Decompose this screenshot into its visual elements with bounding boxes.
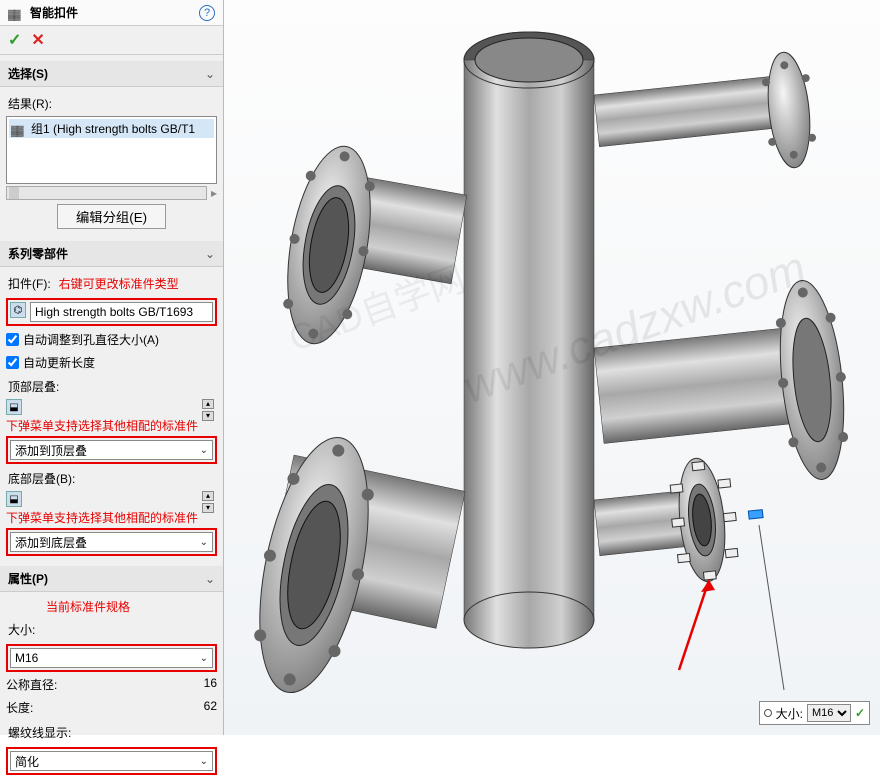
dropdown-arrow-icon[interactable]: ⌄ [200, 537, 208, 548]
bottom-stack-label: 底部层叠(B): [6, 466, 217, 491]
results-listbox[interactable]: 组1 (High strength bolts GB/T1 [6, 116, 217, 184]
pin-icon[interactable] [764, 709, 772, 717]
auto-hole-checkbox[interactable] [6, 333, 19, 346]
size-value: M16 [15, 651, 200, 665]
results-label: 结果(R): [6, 91, 217, 116]
edit-group-button[interactable]: 编辑分组(E) [57, 204, 166, 229]
move-up-icon[interactable]: ▴ [202, 399, 214, 409]
thread-display-label: 螺纹线显示: [6, 720, 217, 745]
popup-size-select[interactable]: M16 [807, 704, 851, 722]
popup-ok-button[interactable]: ✓ [855, 706, 865, 720]
size-dropdown[interactable]: M16 ⌄ [10, 648, 213, 668]
chevron-down-icon[interactable]: ⌄ [205, 67, 215, 81]
section-header-properties[interactable]: 属性(P) ⌄ [0, 566, 223, 592]
size-label: 大小: [6, 617, 217, 642]
nominal-diameter-row: 公称直径: 16 [6, 674, 217, 697]
scroll-right-icon[interactable]: ▸ [211, 186, 217, 200]
move-pins: ▴ ▾ [202, 399, 214, 421]
nominal-label: 公称直径: [6, 676, 57, 693]
bottom-stack-dropdown[interactable]: 添加到底层叠 ⌄ [10, 532, 213, 552]
dropdown-arrow-icon[interactable]: ⌄ [200, 445, 208, 456]
highlight-box: 添加到顶层叠 ⌄ [6, 436, 217, 464]
popup-size-label: 大小: [776, 705, 803, 722]
thread-value: 简化 [15, 753, 200, 770]
annotation-dropdown-bottom: 下弹菜单支持选择其他相配的标准件 [6, 509, 198, 526]
top-stack-dropdown[interactable]: 添加到顶层叠 ⌄ [10, 440, 213, 460]
fastener-value-box[interactable]: High strength bolts GB/T1693 [30, 302, 213, 322]
panel-header: 智能扣件 ? [0, 0, 223, 26]
auto-length-checkbox[interactable] [6, 356, 19, 369]
section-header-selection[interactable]: 选择(S) ⌄ [0, 61, 223, 87]
length-value: 62 [204, 699, 217, 716]
stack-item-icon[interactable]: ⬓ [6, 491, 22, 507]
selection-label: 选择(S) [8, 65, 205, 82]
series-label: 系列零部件 [8, 245, 205, 262]
section-header-series[interactable]: 系列零部件 ⌄ [0, 241, 223, 267]
result-item[interactable]: 组1 (High strength bolts GB/T1 [9, 119, 214, 138]
stack-item-icon[interactable]: ⬓ [6, 399, 22, 415]
highlight-box: M16 ⌄ [6, 644, 217, 672]
move-down-icon[interactable]: ▾ [202, 503, 214, 513]
chevron-down-icon[interactable]: ⌄ [205, 247, 215, 261]
annotation-spec: 当前标准件规格 [6, 596, 217, 617]
thread-display-dropdown[interactable]: 简化 ⌄ [10, 751, 213, 771]
top-stack-value: 添加到顶层叠 [15, 442, 200, 459]
bottom-stack-icons: ⬓ 下弹菜单支持选择其他相配的标准件 [6, 491, 198, 526]
panel-title: 智能扣件 [30, 4, 193, 21]
move-pins: ▴ ▾ [202, 491, 214, 513]
dropdown-arrow-icon[interactable]: ⌄ [200, 653, 208, 664]
highlight-box: 添加到底层叠 ⌄ [6, 528, 217, 556]
chevron-down-icon[interactable]: ⌄ [205, 572, 215, 586]
cancel-button[interactable]: ✕ [31, 30, 44, 50]
annotation-dropdown-top: 下弹菜单支持选择其他相配的标准件 [6, 417, 198, 434]
help-icon[interactable]: ? [199, 5, 215, 21]
series-section: 扣件(F): 右键可更改标准件类型 ⌬ High strength bolts … [0, 267, 223, 562]
properties-section: 当前标准件规格 大小: M16 ⌄ 公称直径: 16 长度: 62 螺纹线显示:… [0, 592, 223, 781]
smart-fastener-icon [8, 7, 24, 19]
fastener-icon: ⌬ [10, 302, 26, 318]
move-down-icon[interactable]: ▾ [202, 411, 214, 421]
horizontal-scrollbar[interactable] [6, 186, 207, 200]
move-up-icon[interactable]: ▴ [202, 491, 214, 501]
result-item-text: 组1 (High strength bolts GB/T1 [31, 120, 195, 137]
property-panel: 智能扣件 ? ✓ ✕ 选择(S) ⌄ 结果(R): 组1 (High stren… [0, 0, 224, 735]
confirm-row: ✓ ✕ [0, 26, 223, 55]
auto-hole-label: 自动调整到孔直径大小(A) [23, 331, 159, 348]
bottom-stack-value: 添加到底层叠 [15, 534, 200, 551]
result-scroll-row: ▸ [6, 186, 217, 200]
length-row: 长度: 62 [6, 697, 217, 720]
top-stack-label: 顶部层叠: [6, 374, 217, 399]
size-popup: 大小: M16 ✓ [759, 701, 870, 725]
ok-button[interactable]: ✓ [8, 30, 21, 50]
3d-viewport[interactable]: www.cadzxw.com CAD自学网 [224, 0, 880, 735]
auto-hole-checkbox-row: 自动调整到孔直径大小(A) [6, 328, 217, 351]
dropdown-arrow-icon[interactable]: ⌄ [200, 756, 208, 767]
auto-length-label: 自动更新长度 [23, 354, 95, 371]
auto-length-checkbox-row: 自动更新长度 [6, 351, 217, 374]
properties-label: 属性(P) [8, 570, 205, 587]
highlight-box: 简化 ⌄ [6, 747, 217, 775]
highlight-box: ⌬ High strength bolts GB/T1693 [6, 298, 217, 326]
length-label: 长度: [6, 699, 33, 716]
annotation-rclick: 右键可更改标准件类型 [59, 275, 179, 292]
bolt-group-icon [11, 123, 27, 135]
results-section: 结果(R): 组1 (High strength bolts GB/T1 ▸ 编… [0, 87, 223, 237]
top-stack-icons: ⬓ 下弹菜单支持选择其他相配的标准件 [6, 399, 198, 434]
fastener-field-label: 扣件(F): [6, 271, 53, 296]
nominal-value: 16 [204, 676, 217, 693]
